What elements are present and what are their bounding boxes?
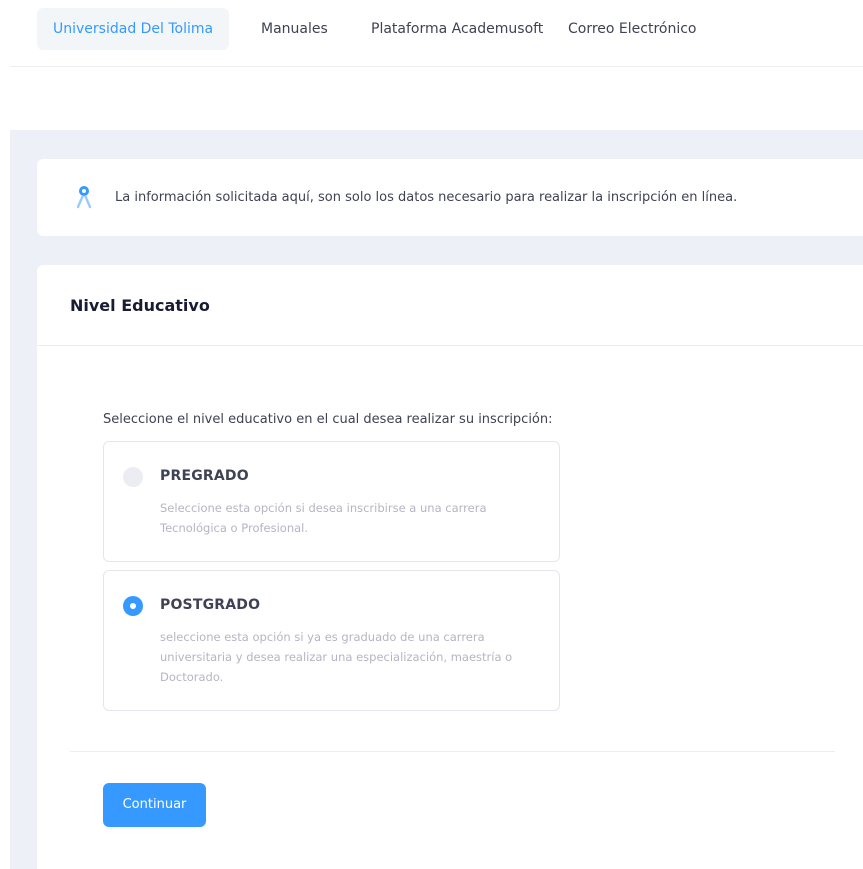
education-level-card: Nivel Educativo Seleccione el nivel educ… [37, 265, 863, 869]
option-pregrado-description: Seleccione esta opción si desea inscribi… [160, 501, 487, 535]
radio-pregrado[interactable] [123, 467, 143, 487]
radio-postgrado[interactable] [123, 596, 143, 616]
option-pregrado-label: PREGRADO [160, 468, 249, 484]
content-area: La información solicitada aquí, son solo… [10, 130, 863, 869]
nav-item-correo[interactable]: Correo Electrónico [568, 8, 697, 50]
nav-item-academusoft[interactable]: Plataforma Academusoft [371, 8, 543, 50]
person-pin-icon [76, 186, 92, 209]
form-divider [70, 751, 835, 752]
nav-divider [10, 66, 863, 67]
continue-button[interactable]: Continuar [103, 783, 206, 827]
card-header: Nivel Educativo [37, 265, 863, 346]
nav-item-universidad[interactable]: Universidad Del Tolima [37, 8, 230, 50]
option-postgrado[interactable]: POSTGRADO seleccione esta opción si ya e… [103, 570, 560, 711]
top-navigation: Universidad Del Tolima Manuales Platafor… [0, 0, 863, 68]
option-postgrado-label: POSTGRADO [160, 597, 261, 613]
nav-item-manuales[interactable]: Manuales [261, 8, 328, 50]
option-postgrado-description: seleccione esta opción si ya es graduado… [160, 630, 513, 684]
selection-prompt: Seleccione el nivel educativo en el cual… [103, 412, 553, 427]
card-title: Nivel Educativo [70, 296, 210, 315]
alert-text: La información solicitada aquí, son solo… [115, 190, 738, 205]
info-alert: La información solicitada aquí, son solo… [37, 159, 863, 236]
option-pregrado[interactable]: PREGRADO Seleccione esta opción si desea… [103, 441, 560, 562]
